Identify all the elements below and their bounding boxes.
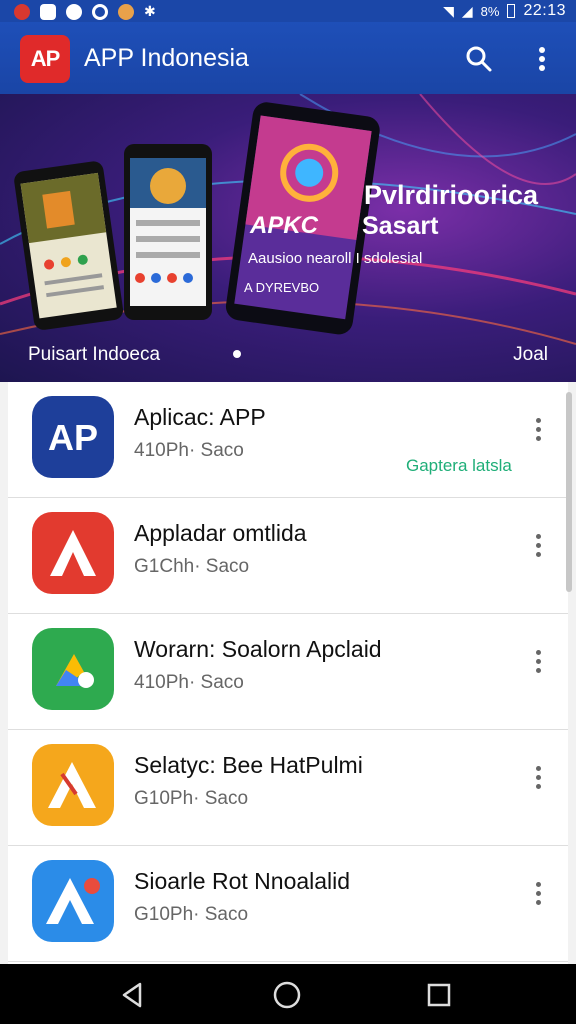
search-icon[interactable] [464,44,494,74]
banner-caption-right: Joal [513,344,548,365]
more-vert-icon[interactable] [530,882,546,910]
app-subtitle: 410Ph· Saco [134,672,244,693]
ap-logo-icon: AP [32,396,114,478]
app-logo-text: AP [30,46,61,71]
banner-caption-left: Puisart Indoeca [28,344,161,365]
notification-icon [14,3,30,20]
signal-icon: ◢ [461,2,473,19]
app-title: Sioarle Rot Nnoalalid [134,868,351,894]
app-logo[interactable]: AP [20,35,70,83]
photo-icon [40,3,56,20]
app-title: APP Indonesia [84,44,249,72]
system-nav-bar [0,964,576,1024]
list-item[interactable]: Worarn: Soalorn Apclaid 410Ph· Saco [8,614,568,730]
app-list: AP Aplicac: APP 410Ph· Saco Gaptera lats… [8,382,568,964]
banner-tagline: A DYREVBO [244,280,320,295]
list-item[interactable]: Sioarle Rot Nnoalalid G10Ph· Saco [8,846,568,962]
carousel-indicator[interactable] [233,350,241,358]
app-subtitle: G10Ph· Saco [134,904,249,925]
status-time: 22:13 [523,2,566,19]
more-vert-icon[interactable] [530,418,546,446]
more-vert-icon[interactable] [530,534,546,562]
recents-icon[interactable] [424,980,454,1010]
list-item[interactable]: AP Aplicac: APP 410Ph· Saco Gaptera lats… [8,382,568,498]
orange-a-icon [32,744,114,826]
banner-brand: APKC [250,212,319,239]
media-icon [66,3,82,20]
list-item[interactable]: Selatyc: Bee HatPulmi G10Ph· Saco [8,730,568,846]
more-vert-icon[interactable] [530,766,546,794]
app-title: Selatyc: Bee HatPulmi [134,752,363,778]
red-a-icon [32,512,114,594]
status-bar: ✱ ◥ ◢ 8% 22:13 [0,0,576,22]
sync-icon [92,3,108,20]
banner-headline: Pvlrdirioorica [364,180,539,210]
scrollbar[interactable] [566,392,572,592]
wifi-icon: ◥ [443,2,454,19]
app-subtitle: G10Ph· Saco [134,788,249,809]
drive-icon [32,628,114,710]
banner-headline-2: Sasart [362,212,439,240]
app-subtitle: 410Ph· Saco [134,440,244,461]
promo-banner[interactable]: APKC Pvlrdirioorica Sasart Aausioo nearo… [0,94,576,382]
banner-subline: Aausioo nearoll I sdolesial [248,250,423,267]
battery-text: 8% [480,3,500,19]
more-vert-icon[interactable] [528,44,556,74]
cat-icon [118,3,134,20]
app-bar: AP APP Indonesia [0,22,576,94]
app-title: Worarn: Soalorn Apclaid [134,636,382,662]
more-vert-icon[interactable] [530,650,546,678]
list-item[interactable]: Appladar omtlida G1Chh· Saco [8,498,568,614]
battery-icon [507,4,516,18]
svg-text:AP: AP [48,417,98,458]
home-icon[interactable] [272,980,302,1010]
app-title: Aplicac: APP [134,404,266,430]
app-subtitle: G1Chh· Saco [134,556,250,577]
back-icon[interactable] [118,980,148,1010]
bluetooth-icon: ✱ [144,3,156,19]
blue-a-icon [32,860,114,942]
app-title: Appladar omtlida [134,520,307,546]
side-label: Gaptera latsla [406,456,512,475]
